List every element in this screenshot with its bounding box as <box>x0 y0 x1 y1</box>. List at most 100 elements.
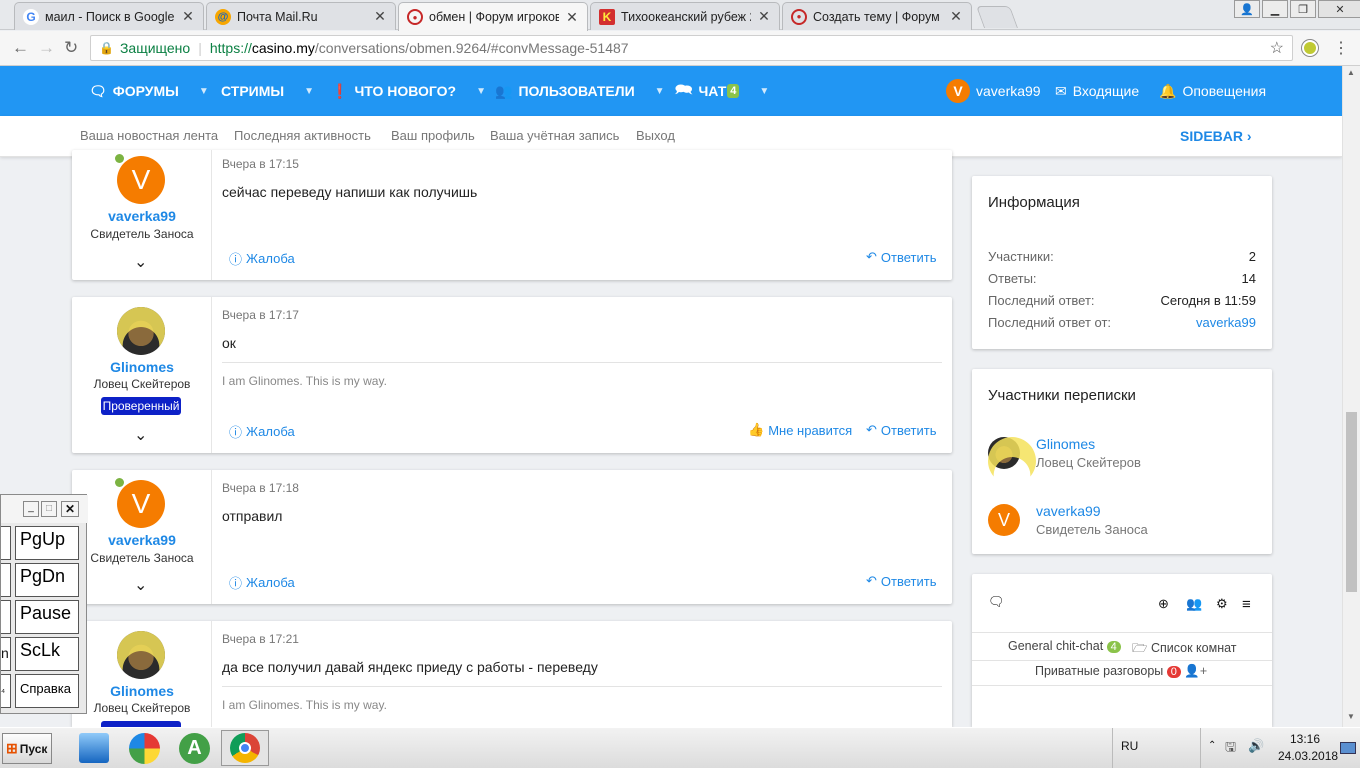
chat-bubble-icon[interactable]: 🗨 <box>988 594 1005 610</box>
key-sclk[interactable]: ScLk <box>15 637 79 671</box>
chat-room-tab[interactable]: General chit-chat 4 <box>1008 639 1121 653</box>
keyboard-key-partial[interactable] <box>1 600 11 634</box>
close-icon[interactable]: ✕ <box>949 8 963 25</box>
room-list-tab[interactable]: 🗁 Список комнат <box>1132 639 1237 660</box>
tab-create-topic[interactable]: ● Создать тему | Форум иг ✕ <box>782 2 972 30</box>
chevron-down-icon[interactable]: ▼ <box>655 86 665 97</box>
like-link[interactable]: 👍 Мне нравится <box>748 422 852 438</box>
key-help[interactable]: Справка <box>15 674 79 708</box>
nav-whats-new[interactable]: ❗ ЧТО НОВОГО? ▼ <box>331 66 486 116</box>
avatar[interactable] <box>117 631 165 679</box>
scroll-up-icon[interactable]: ▲ <box>1347 68 1355 77</box>
chevron-down-icon[interactable]: ▼ <box>304 86 314 97</box>
keyboard-key-partial[interactable] <box>1 526 11 560</box>
chevron-down-icon[interactable]: ▼ <box>199 86 209 97</box>
message-date[interactable]: Вчера в 17:21 <box>222 632 299 646</box>
avatar[interactable]: V <box>117 480 165 528</box>
chevron-down-icon[interactable]: ⌄ <box>134 575 147 595</box>
key-pgdn[interactable]: PgDn <box>15 563 79 597</box>
language-indicator[interactable]: RU <box>1121 739 1138 753</box>
chevron-down-icon[interactable]: ⌄ <box>134 425 147 445</box>
close-icon[interactable]: ✕ <box>61 501 79 517</box>
maximize-icon[interactable]: ❐ <box>1290 0 1316 18</box>
lifebuoy-icon[interactable]: ⊕ <box>1158 596 1169 612</box>
close-icon[interactable]: ✕ <box>373 8 387 25</box>
reply-link[interactable]: ↶ Ответить <box>866 249 936 265</box>
message-date[interactable]: Вчера в 17:18 <box>222 481 299 495</box>
nav-inbox[interactable]: ✉ Входящие <box>1055 66 1139 116</box>
chevron-down-icon[interactable]: ▼ <box>759 86 769 97</box>
extension-icon[interactable] <box>1302 40 1318 56</box>
private-chats-tab[interactable]: Приватные разговоры 0 👤+ <box>1035 664 1207 679</box>
participant-name[interactable]: vaverka99 <box>1036 503 1101 519</box>
profile-icon[interactable]: 👤 <box>1234 0 1260 18</box>
menu-icon[interactable]: ≡ <box>1242 596 1251 613</box>
page-scrollbar[interactable]: ▲ ▼ <box>1342 66 1360 727</box>
close-icon[interactable]: ✕ <box>181 8 195 25</box>
reply-link[interactable]: ↶ Ответить <box>866 573 936 589</box>
tray-expand-icon[interactable]: ⌃ <box>1208 740 1216 751</box>
avatar[interactable]: V <box>117 156 165 204</box>
subnav-news-feed[interactable]: Ваша новостная лента <box>80 128 218 143</box>
nav-alerts[interactable]: 🔔 Оповещения <box>1159 66 1266 116</box>
volume-icon[interactable]: 🔊 <box>1248 738 1264 754</box>
clock-time[interactable]: 13:16 <box>1290 732 1320 746</box>
participant-name[interactable]: Glinomes <box>1036 436 1095 452</box>
keyboard-key-partial[interactable]: ₄ <box>1 674 11 708</box>
key-pause[interactable]: Pause <box>15 600 79 634</box>
reload-icon[interactable]: ↻ <box>64 38 78 58</box>
report-link[interactable]: ⓘ Жалоба <box>229 573 295 592</box>
users-icon[interactable]: 👥 <box>1186 596 1202 612</box>
nav-chat[interactable]: 🗪 ЧАТ 4 ▼ <box>675 66 769 116</box>
sidebar-toggle[interactable]: SIDEBAR › <box>1180 128 1252 144</box>
nav-users[interactable]: 👥 ПОЛЬЗОВАТЕЛИ ▼ <box>495 66 665 116</box>
key-pgup[interactable]: PgUp <box>15 526 79 560</box>
message-username[interactable]: vaverka99 <box>72 208 212 224</box>
chrome-taskbar-button[interactable] <box>221 730 269 766</box>
url-input[interactable]: 🔒 Защищено | https://casino.my/conversat… <box>90 35 1293 61</box>
show-desktop-icon[interactable] <box>1340 742 1356 754</box>
menu-dots-icon[interactable]: ⋮ <box>1333 38 1349 58</box>
green-a-app-icon[interactable]: A <box>179 733 210 764</box>
subnav-logout[interactable]: Выход <box>636 128 675 143</box>
nav-streams[interactable]: СТРИМЫ ▼ <box>221 66 314 116</box>
subnav-profile[interactable]: Ваш профиль <box>391 128 475 143</box>
scroll-down-icon[interactable]: ▼ <box>1347 712 1355 721</box>
close-icon[interactable]: ✕ <box>565 9 579 26</box>
bookmark-star-icon[interactable]: ☆ <box>1270 38 1284 58</box>
nav-user-menu[interactable]: V vaverka99 <box>946 66 1041 116</box>
avatar[interactable] <box>988 437 1036 485</box>
subnav-account[interactable]: Ваша учётная запись <box>490 128 619 143</box>
keyboard-key-partial[interactable]: n <box>1 637 11 671</box>
add-user-icon[interactable]: 👤+ <box>1184 664 1207 678</box>
minimize-icon[interactable]: _ <box>23 501 39 517</box>
tab-google[interactable]: G маил - Поиск в Google ✕ <box>14 2 204 30</box>
reply-link[interactable]: ↶ Ответить <box>866 422 936 438</box>
minimize-icon[interactable]: ▁ <box>1262 0 1288 18</box>
message-username[interactable]: vaverka99 <box>72 532 212 548</box>
last-reply-user-link[interactable]: vaverka99 <box>1196 315 1256 330</box>
start-button[interactable]: ⊞ Пуск <box>2 733 52 764</box>
maximize-icon[interactable]: □ <box>41 501 57 517</box>
back-icon[interactable]: ← <box>12 38 29 58</box>
forward-icon[interactable]: → <box>38 38 55 58</box>
avatar[interactable]: V <box>988 504 1020 536</box>
chevron-down-icon[interactable]: ▼ <box>476 86 486 97</box>
close-icon[interactable]: ✕ <box>757 8 771 25</box>
chevron-down-icon[interactable]: ⌄ <box>134 252 147 272</box>
gear-icon[interactable]: ⚙ <box>1216 596 1228 612</box>
message-username[interactable]: Glinomes <box>72 683 212 699</box>
avatar[interactable] <box>117 307 165 355</box>
new-tab-button[interactable] <box>975 6 1019 28</box>
keyboard-key-partial[interactable] <box>1 563 11 597</box>
close-window-icon[interactable]: ✕ <box>1318 0 1360 18</box>
clock-date[interactable]: 24.03.2018 <box>1278 749 1338 763</box>
report-link[interactable]: ⓘ Жалоба <box>229 422 295 441</box>
subnav-latest-activity[interactable]: Последняя активность <box>234 128 371 143</box>
scrollbar-thumb[interactable] <box>1346 412 1357 592</box>
report-link[interactable]: ⓘ Жалоба <box>229 249 295 268</box>
tab-kinopoisk[interactable]: K Тихоокеанский рубеж 2 ✕ <box>590 2 780 30</box>
message-date[interactable]: Вчера в 17:15 <box>222 157 299 171</box>
message-username[interactable]: Glinomes <box>72 359 212 375</box>
tray-device-icon[interactable]: 🖫 <box>1225 738 1236 760</box>
